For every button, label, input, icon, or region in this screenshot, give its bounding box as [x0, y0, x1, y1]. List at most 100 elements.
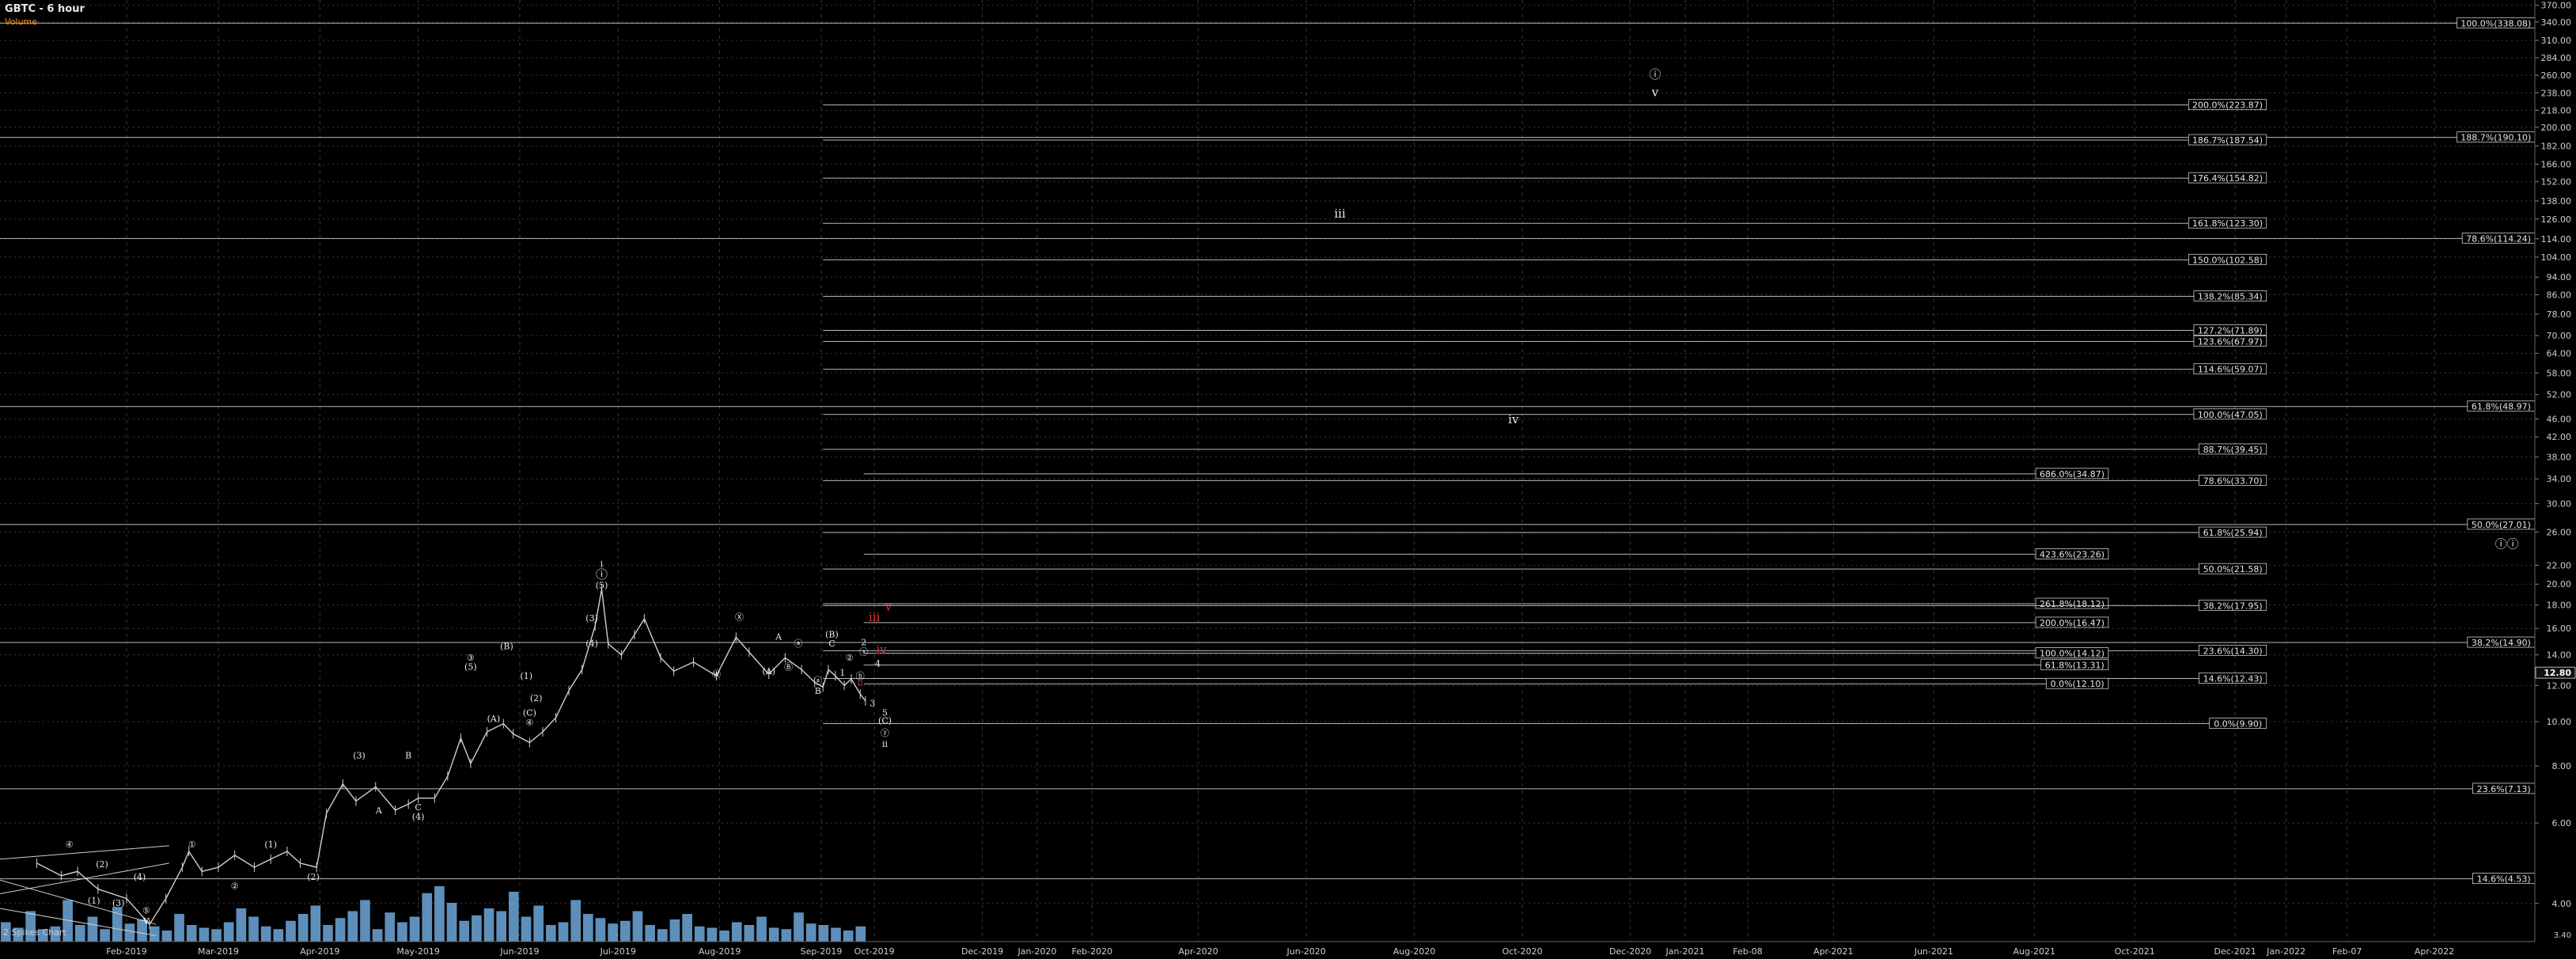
volume-bar: [422, 893, 433, 942]
fib-label-text: 114.6%(59.07): [2198, 365, 2263, 375]
volume-bar: [434, 886, 445, 942]
y-tick-label: 218.00: [2541, 105, 2572, 116]
volume-bar: [186, 925, 197, 942]
wave-label: (4): [585, 639, 598, 649]
volume-bar: [397, 922, 407, 942]
x-tick-label: Aug-2019: [699, 946, 741, 957]
volume-bar: [459, 920, 470, 942]
volume-bar: [831, 927, 841, 942]
volume-bar: [446, 903, 457, 942]
fib-label-text: 100.0%(14.12): [2040, 649, 2104, 659]
fib-label-text: 50.0%(27.01): [2472, 520, 2531, 530]
fib-label: 88.7%(39.45): [2199, 443, 2267, 455]
fib-label: 38.2%(17.95): [2199, 599, 2267, 611]
fib-label-text: 127.2%(71.89): [2198, 325, 2263, 335]
volume-bar: [273, 929, 284, 942]
volume-bar: [472, 915, 482, 942]
y-tick-label: 26.00: [2547, 527, 2572, 537]
y-tick-label: 138.00: [2541, 196, 2572, 207]
volume-bar: [619, 920, 631, 942]
y-tick-label: 70.00: [2547, 331, 2572, 341]
wave-label: ④: [66, 840, 74, 850]
fib-label-text: 50.0%(21.58): [2203, 564, 2263, 574]
volume-bar: [124, 923, 135, 942]
y-tick-label: 46.00: [2547, 414, 2572, 424]
y-tick-label: 200.00: [2541, 123, 2572, 133]
volume-bar: [595, 918, 606, 942]
fib-label-text: 161.8%(123.30): [2192, 218, 2263, 229]
wave-label: ⓐ: [794, 639, 803, 649]
fib-label-text: 23.6%(14.30): [2203, 646, 2263, 656]
fib-label: 38.2%(14.90): [2467, 636, 2536, 648]
fib-label: 0.0%(9.90): [2209, 718, 2267, 730]
wave-label: B: [815, 686, 821, 696]
wave-label: ii: [858, 677, 864, 688]
wave-label: (4): [134, 872, 146, 882]
wave-label: (C): [878, 716, 892, 726]
fib-label-text: 38.2%(17.95): [2203, 601, 2263, 611]
fib-label-text: 88.7%(39.45): [2203, 445, 2263, 455]
wave-label: iii: [1334, 207, 1346, 221]
wave-label: (3): [585, 613, 598, 624]
fib-label: 61.8%(48.97): [2467, 400, 2536, 412]
fib-label-text: 138.2%(85.34): [2198, 291, 2263, 301]
wave-label: ⓨ: [881, 728, 889, 738]
fib-label-text: 261.8%(18.12): [2040, 599, 2104, 609]
x-tick-label: Oct-2021: [2115, 946, 2155, 957]
fib-label: 150.0%(102.58): [2188, 253, 2267, 265]
fib-label: 100.0%(14.12): [2035, 647, 2109, 659]
y-tick-label: 52.00: [2547, 390, 2572, 400]
y-tick-label: 30.00: [2547, 499, 2572, 510]
fib-label: 0.0%(12.10): [2045, 677, 2109, 689]
volume-bar: [731, 922, 742, 942]
fib-label: 100.0%(338.08): [2457, 17, 2536, 28]
wave-label: ⓢ: [859, 647, 868, 658]
fib-label-text: 78.6%(33.70): [2203, 476, 2263, 486]
wave-label: (2): [530, 693, 543, 703]
x-tick-label: Jun-2019: [499, 946, 539, 957]
wave-label: ⓘ: [596, 567, 608, 582]
wave-label: ②: [231, 881, 239, 892]
wave-label: C: [828, 639, 835, 649]
wave-label: iii: [869, 610, 881, 624]
wave-label: v: [1651, 85, 1659, 100]
x-tick-label: Sep-2019: [801, 946, 843, 957]
y-tick-label: 260.00: [2541, 70, 2572, 81]
symbol-title: GBTC - 6 hour: [5, 3, 85, 15]
fib-label: 161.8%(123.30): [2188, 217, 2267, 229]
volume-bar: [223, 922, 234, 942]
fib-label: 123.6%(67.97): [2193, 335, 2267, 347]
x-tick-label: Apr-2020: [1178, 946, 1218, 957]
fib-label-text: 78.6%(114.24): [2466, 233, 2531, 244]
volume-bar: [360, 900, 370, 942]
x-tick-label: Feb-2020: [1072, 946, 1112, 957]
wave-label: B: [405, 751, 411, 761]
volume-bar: [335, 918, 346, 942]
wave-label: ii: [882, 739, 888, 749]
volume-bar: [483, 908, 494, 942]
volume-bar: [236, 908, 247, 942]
fib-label: 78.6%(33.70): [2199, 475, 2267, 486]
y-tick-label: 20.00: [2547, 579, 2572, 589]
y-tick-label: 166.00: [2541, 160, 2572, 170]
fib-label-text: 14.6%(12.43): [2203, 673, 2263, 684]
y-tick-label: 238.00: [2541, 88, 2572, 98]
volume-bar: [161, 931, 172, 942]
x-tick-label: Jan-2020: [1017, 946, 1057, 957]
wave-label: (C): [523, 708, 536, 718]
volume-bar: [818, 925, 829, 942]
wave-label: 1: [839, 668, 845, 678]
volume-bar: [608, 923, 618, 942]
wave-label: ②: [846, 653, 854, 663]
wave-label: ④: [525, 718, 533, 728]
wave-label: (1): [264, 840, 277, 850]
volume-bar: [385, 912, 396, 942]
volume-bar: [87, 916, 98, 942]
x-tick-label: Feb-08: [1733, 946, 1762, 957]
fib-label-text: 100.0%(47.05): [2198, 410, 2263, 420]
fib-label: 23.6%(7.13): [2472, 783, 2536, 794]
x-tick-label: Jun-2020: [1286, 946, 1326, 957]
wave-label: Ⓧ: [735, 612, 744, 622]
x-tick-label: Oct-2020: [1502, 946, 1543, 957]
wave-label: Ⓑ: [784, 661, 793, 672]
